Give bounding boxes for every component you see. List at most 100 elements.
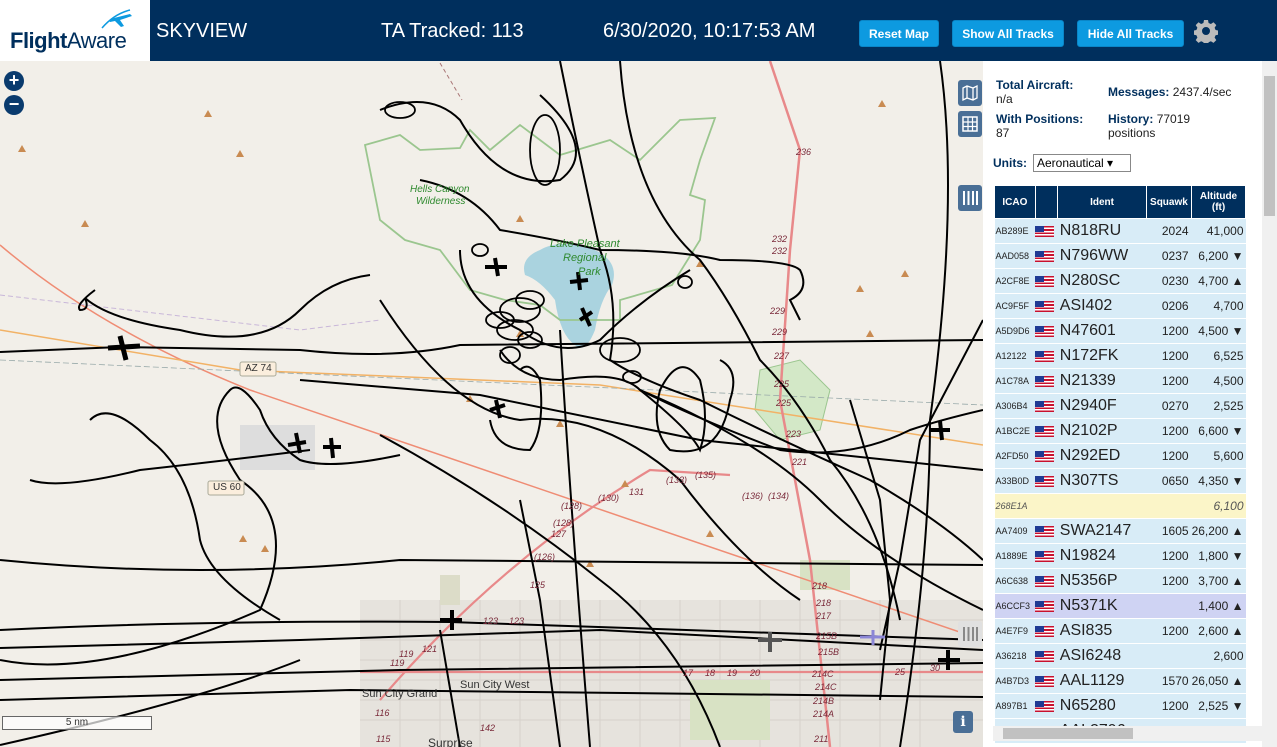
icao-cell: A12122: [994, 343, 1036, 369]
map-layers-button[interactable]: [958, 80, 982, 106]
icao-cell: A6CCF3: [994, 593, 1036, 619]
sun-city-west-label: Sun City West: [460, 679, 530, 691]
aircraft-row[interactable]: 268E1A 6,100: [994, 493, 1246, 519]
ident-cell: N19824: [1057, 543, 1147, 569]
zoom-out-button[interactable]: −: [4, 95, 24, 115]
flag-cell: [1035, 618, 1058, 644]
panel-toggle-button[interactable]: [958, 621, 982, 647]
units-select[interactable]: Aeronautical ▾: [1033, 154, 1131, 172]
route-label: (128): [553, 518, 575, 528]
aircraft-row[interactable]: A5D9D6 N47601 1200 4,500 ▼: [994, 318, 1246, 344]
icao-cell: AB289E: [994, 218, 1036, 244]
aircraft-row[interactable]: A306B4 N2940F 0270 2,525: [994, 393, 1246, 419]
aircraft-row[interactable]: A1C78A N21339 1200 4,500: [994, 368, 1246, 394]
aircraft-row[interactable]: A4E7F9 ASI835 1200 2,600 ▲: [994, 618, 1246, 644]
route-label: 214C: [815, 682, 837, 692]
route-label: 225: [776, 398, 792, 408]
ta-tracked-count: TA Tracked: 113: [381, 20, 524, 42]
info-button[interactable]: i: [953, 711, 973, 733]
reset-map-button[interactable]: Reset Map: [859, 20, 939, 47]
grid-toggle-button[interactable]: [958, 111, 982, 137]
us-flag-icon: [1035, 250, 1055, 262]
us-flag-icon: [1035, 300, 1055, 312]
ident-cell: SWA2147: [1057, 518, 1147, 544]
aircraft-row[interactable]: AC9F5F ASI402 0206 4,700: [994, 293, 1246, 319]
aircraft-row[interactable]: A6CCF3 N5371K 1,400 ▲: [994, 593, 1246, 619]
grid-icon: [962, 116, 978, 132]
altitude-cell: 1,400 ▲: [1191, 593, 1246, 619]
col-icao[interactable]: ICAO: [994, 185, 1036, 219]
altitude-cell: 5,600: [1191, 443, 1246, 469]
col-squawk[interactable]: Squawk: [1145, 185, 1193, 219]
route-label: 116: [375, 708, 390, 718]
aircraft-row[interactable]: AAD058 N796WW 0237 6,200 ▼: [994, 243, 1246, 269]
hide-all-tracks-button[interactable]: Hide All Tracks: [1077, 20, 1184, 47]
total-aircraft-stat: Total Aircraft: n/a: [996, 78, 1074, 106]
aircraft-row[interactable]: A1BC2E N2102P 1200 6,600 ▼: [994, 418, 1246, 444]
ident-cell: N21339: [1057, 368, 1147, 394]
aircraft-row[interactable]: A6C638 N5356P 1200 3,700 ▲: [994, 568, 1246, 594]
zoom-in-button[interactable]: +: [4, 71, 24, 91]
aircraft-row[interactable]: AB289E N818RU 2024 41,000: [994, 218, 1246, 244]
regional-label: Regional: [563, 252, 607, 264]
flightaware-logo[interactable]: FlightAware: [0, 0, 152, 61]
aircraft-row[interactable]: A33B0D N307TS 0650 4,350 ▼: [994, 468, 1246, 494]
flag-cell: [1035, 318, 1058, 344]
col-altitude[interactable]: Altitude (ft): [1191, 185, 1246, 219]
aircraft-table: ICAO Ident Squawk Altitude (ft) AB289E N8…: [994, 185, 1246, 744]
route-label: (128): [561, 501, 583, 511]
route-label: 214C: [812, 669, 834, 679]
history-stat: History: 77019 positions: [1108, 112, 1191, 140]
show-all-tracks-button[interactable]: Show All Tracks: [952, 20, 1064, 47]
squawk-cell: 1200: [1146, 618, 1192, 644]
altitude-cell: 26,050 ▲: [1191, 668, 1246, 694]
ident-cell: N5356P: [1057, 568, 1147, 594]
sidebar-scrollbar[interactable]: [1262, 61, 1277, 747]
us-flag-icon: [1035, 575, 1055, 587]
settings-gear-icon[interactable]: [1194, 19, 1218, 43]
squawk-cell: 1200: [1146, 418, 1192, 444]
aircraft-row[interactable]: AA7409 SWA2147 1605 26,200 ▲: [994, 518, 1246, 544]
squawk-cell: 0230: [1146, 268, 1192, 294]
col-ident[interactable]: Ident: [1057, 185, 1147, 219]
with-positions-stat: With Positions: 87: [996, 112, 1084, 140]
ident-cell: N796WW: [1057, 243, 1147, 269]
route-label: 125: [530, 580, 546, 590]
route-label: (135): [695, 470, 717, 480]
route-label: 214A: [813, 709, 835, 719]
map-view[interactable]: Hells Canyon Wilderness Lake Pleasant Re…: [0, 61, 983, 747]
map-icon: [962, 84, 978, 102]
aircraft-row[interactable]: A36218 ASI6248 2,600: [994, 643, 1246, 669]
aircraft-row[interactable]: A2FD50 N292ED 1200 5,600: [994, 443, 1246, 469]
squawk-cell: [1146, 493, 1192, 519]
route-label: 142: [480, 723, 496, 733]
aircraft-row[interactable]: A4B7D3 AAL1129 1570 26,050 ▲: [994, 668, 1246, 694]
us-flag-icon: [1035, 375, 1055, 387]
table-header: ICAO Ident Squawk Altitude (ft): [994, 185, 1246, 219]
flag-cell: [1035, 268, 1058, 294]
horizontal-scrollbar[interactable]: [993, 726, 1262, 741]
altitude-cell: 2,525 ▼: [1191, 693, 1246, 719]
ident-cell: N47601: [1057, 318, 1147, 344]
aircraft-sidebar: Total Aircraft: n/a With Positions: 87 Mes…: [983, 61, 1277, 747]
aircraft-row[interactable]: A1889E N19824 1200 1,800 ▼: [994, 543, 1246, 569]
aircraft-row[interactable]: A12122 N172FK 1200 6,525: [994, 343, 1246, 369]
icao-cell: A5D9D6: [994, 318, 1036, 344]
flag-cell: [1035, 393, 1058, 419]
icao-cell: A2CF8E: [994, 268, 1036, 294]
column-toggle-button[interactable]: [958, 185, 982, 211]
ident-cell: ASI835: [1057, 618, 1147, 644]
altitude-cell: 6,200 ▼: [1191, 243, 1246, 269]
col-flag[interactable]: [1034, 185, 1059, 219]
squawk-cell: [1146, 643, 1192, 669]
route-label: 227: [774, 351, 790, 361]
aircraft-row[interactable]: A897B1 N65280 1200 2,525 ▼: [994, 693, 1246, 719]
aircraft-row[interactable]: A2CF8E N280SC 0230 4,700 ▲: [994, 268, 1246, 294]
hscrollbar-thumb[interactable]: [1003, 728, 1133, 739]
squawk-cell: [1146, 593, 1192, 619]
flag-cell: [1035, 368, 1058, 394]
scrollbar-thumb[interactable]: [1264, 76, 1275, 216]
us-flag-icon: [1035, 675, 1055, 687]
route-label: 223: [786, 429, 802, 439]
flag-cell: [1035, 643, 1058, 669]
